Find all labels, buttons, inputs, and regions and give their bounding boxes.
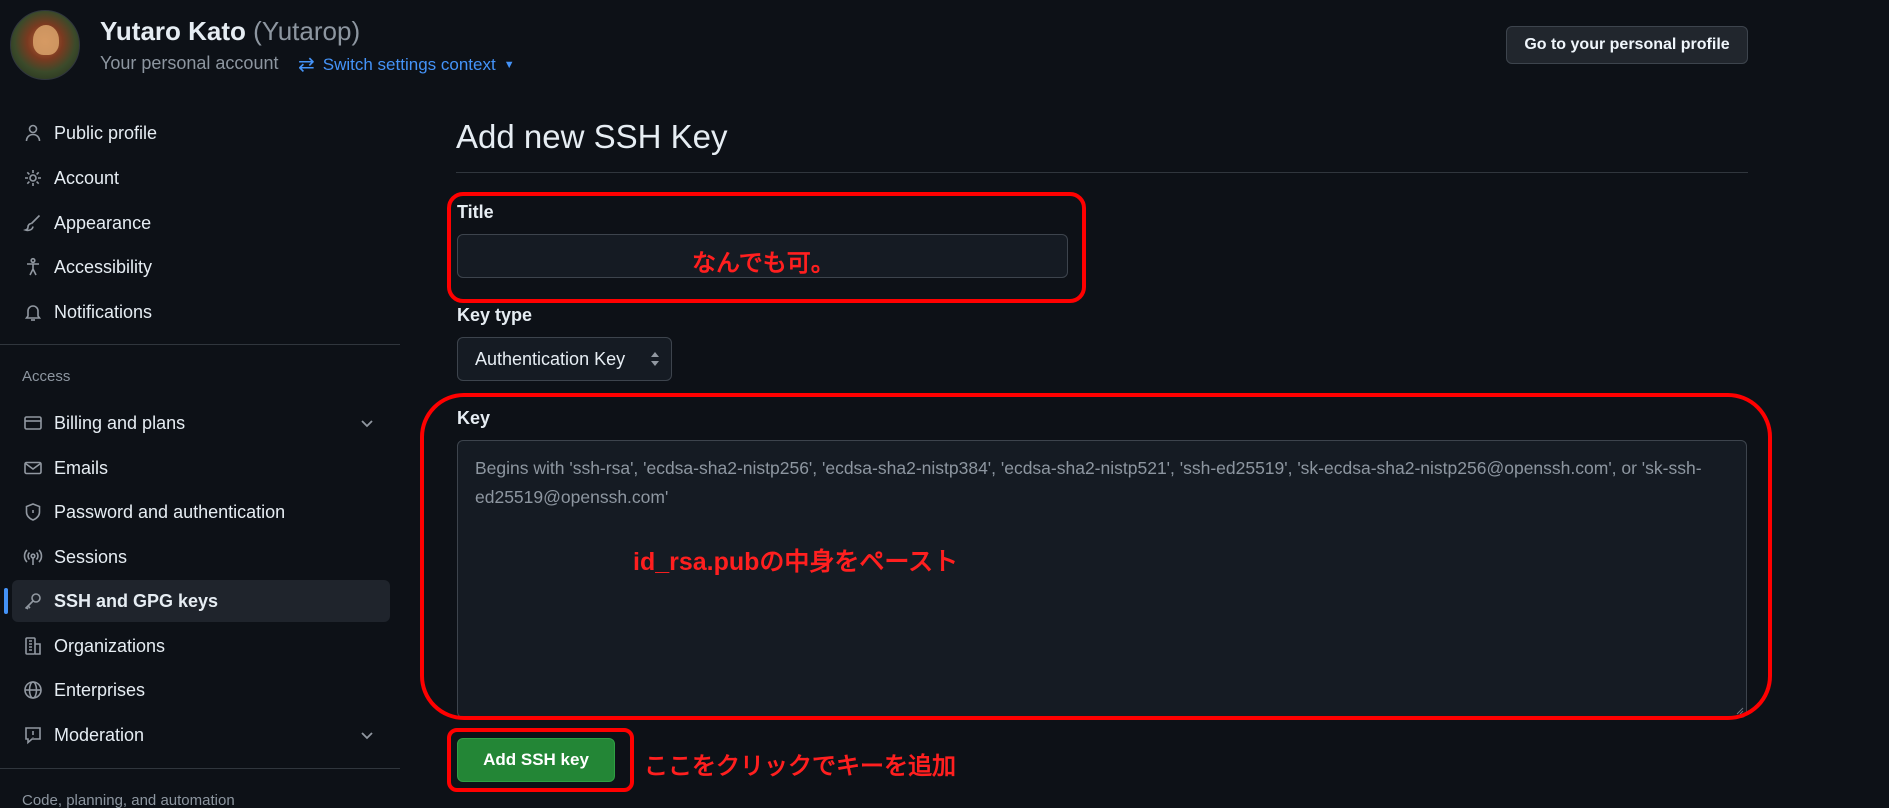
title-divider: [456, 172, 1748, 173]
sidebar-item-label: Emails: [54, 457, 109, 478]
sidebar-item-ssh-gpg-keys[interactable]: SSH and GPG keys: [4, 580, 390, 622]
sidebar-item-billing[interactable]: Billing and plans: [12, 402, 390, 444]
sidebar-item-notifications[interactable]: Notifications: [12, 291, 390, 333]
sidebar-item-label: SSH and GPG keys: [54, 590, 219, 611]
switch-context-label: Switch settings context: [322, 54, 496, 74]
sidebar-item-appearance[interactable]: Appearance: [12, 202, 390, 244]
annotation-key-box: [420, 393, 1772, 720]
organization-icon: [22, 635, 44, 657]
sidebar-divider: [0, 344, 400, 345]
person-icon: [22, 122, 44, 144]
sidebar-item-organizations[interactable]: Organizations: [12, 625, 390, 667]
sidebar-item-label: Billing and plans: [54, 412, 186, 433]
go-to-profile-button[interactable]: Go to your personal profile: [1506, 26, 1748, 64]
report-icon: [22, 724, 44, 746]
shield-icon: [22, 501, 44, 523]
sidebar-item-label: Moderation: [54, 724, 145, 745]
sidebar-item-label: Public profile: [54, 122, 158, 143]
sidebar-item-label: Notifications: [54, 301, 153, 322]
arrow-switch-icon: ⇄: [298, 54, 315, 76]
sidebar-item-label: Accessibility: [54, 256, 153, 277]
sidebar-item-accessibility[interactable]: Accessibility: [12, 246, 390, 288]
sidebar-item-label: Enterprises: [54, 679, 146, 700]
user-display-name: Yutaro Kato: [100, 16, 246, 46]
caret-down-icon: ▼: [503, 58, 515, 71]
key-type-select[interactable]: Authentication Key: [457, 337, 672, 381]
key-type-label: Key type: [457, 305, 533, 325]
sidebar-divider: [0, 768, 400, 769]
switch-context-link[interactable]: ⇄ Switch settings context ▼: [298, 52, 515, 77]
annotation-title-note: なんでも可。: [692, 250, 835, 277]
broadcast-icon: [22, 546, 44, 568]
settings-header: Yutaro Kato (Yutarop) Your personal acco…: [0, 0, 1889, 100]
globe-icon: [22, 679, 44, 701]
sidebar-item-password-auth[interactable]: Password and authentication: [12, 491, 390, 533]
user-login: (Yutarop): [253, 16, 361, 46]
paintbrush-icon: [22, 212, 44, 234]
account-type: Your personal account: [100, 53, 279, 73]
sidebar-item-label: Sessions: [54, 546, 128, 567]
accessibility-icon: [22, 256, 44, 278]
annotation-button-note: ここをクリックでキーを追加: [644, 753, 956, 780]
select-arrows-icon: [649, 350, 661, 368]
sidebar-item-label: Account: [54, 167, 120, 188]
key-type-value: Authentication Key: [475, 348, 626, 369]
mail-icon: [22, 457, 44, 479]
sidebar-item-enterprises[interactable]: Enterprises: [12, 669, 390, 711]
page-title: Add new SSH Key: [456, 118, 728, 155]
sidebar-item-label: Password and authentication: [54, 501, 286, 522]
sidebar-item-emails[interactable]: Emails: [12, 447, 390, 489]
annotation-key-note: id_rsa.pubの中身をペースト: [633, 548, 959, 576]
user-name: Yutaro Kato (Yutarop): [100, 16, 360, 47]
sidebar-item-public-profile[interactable]: Public profile: [12, 112, 390, 154]
sidebar-item-label: Organizations: [54, 635, 166, 656]
sidebar-item-sessions[interactable]: Sessions: [12, 536, 390, 578]
sidebar-item-account[interactable]: Account: [12, 157, 390, 199]
bell-icon: [22, 301, 44, 323]
chevron-down-icon: [358, 414, 376, 432]
sidebar-item-label: Appearance: [54, 212, 152, 233]
annotation-button-box: [447, 728, 634, 792]
chevron-down-icon: [358, 726, 376, 744]
key-icon: [22, 590, 44, 612]
sidebar-section-access: Access: [22, 368, 71, 385]
avatar[interactable]: [10, 10, 80, 80]
sidebar-section-code: Code, planning, and automation: [22, 792, 235, 808]
credit-card-icon: [22, 412, 44, 434]
sidebar-item-moderation[interactable]: Moderation: [12, 714, 390, 756]
gear-icon: [22, 167, 44, 189]
